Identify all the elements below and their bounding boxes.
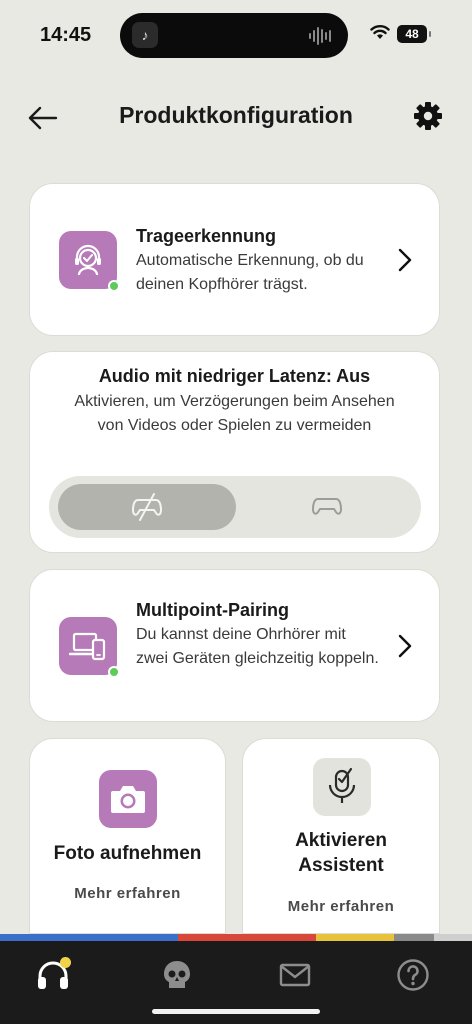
- assistant-title: Aktivieren Assistent: [295, 830, 387, 876]
- battery-indicator: 48: [397, 25, 431, 43]
- tab-bar: [0, 941, 472, 1024]
- stripe-blue: [0, 934, 178, 941]
- stripe-yellow: [316, 934, 394, 941]
- photo-card[interactable]: Foto aufnehmen Mehr erfahren: [29, 738, 226, 934]
- wear-detection-card[interactable]: Trageerkennung Automatische Erkennung, o…: [29, 183, 440, 336]
- latency-toggle[interactable]: [49, 476, 421, 538]
- tab-skull[interactable]: [152, 953, 202, 997]
- status-dot: [108, 280, 120, 292]
- gamepad-off-icon: [131, 493, 163, 521]
- wear-detection-description: Automatische Erkennung, ob du deinen Kop…: [136, 252, 364, 293]
- status-bar: 14:45 ♪ 48: [0, 0, 472, 70]
- chevron-right-icon[interactable]: [395, 246, 415, 274]
- wear-detection-title: Trageerkennung: [136, 226, 277, 246]
- latency-on-option[interactable]: [239, 484, 415, 530]
- gear-icon[interactable]: [412, 100, 444, 132]
- multipoint-title: Multipoint-Pairing: [136, 600, 289, 620]
- low-latency-description: Aktivieren, um Verzögerungen beim Ansehe…: [74, 393, 395, 434]
- tab-help[interactable]: [388, 953, 438, 997]
- assistant-learn-more-link[interactable]: Mehr erfahren: [243, 898, 439, 915]
- stripe-light: [434, 934, 472, 941]
- music-note-icon: ♪: [132, 22, 158, 48]
- skull-logo-icon: [164, 961, 190, 988]
- assistant-card[interactable]: Aktivieren Assistent Mehr erfahren: [242, 738, 440, 934]
- page-title: Produktkonfiguration: [119, 102, 353, 128]
- latency-off-option[interactable]: [58, 484, 236, 530]
- brand-color-stripe: [0, 934, 472, 941]
- tab-mail[interactable]: [270, 953, 320, 997]
- status-dot: [108, 666, 120, 678]
- help-icon: [397, 959, 429, 991]
- dynamic-island[interactable]: ♪: [120, 13, 348, 58]
- home-indicator[interactable]: [152, 1009, 320, 1014]
- notification-badge: [60, 957, 71, 968]
- headset-person-icon: [59, 231, 120, 292]
- low-latency-card: Audio mit niedriger Latenz: Aus Aktivier…: [29, 351, 440, 553]
- stripe-red: [178, 934, 316, 941]
- app-header: Produktkonfiguration: [0, 90, 472, 146]
- audio-waveform-icon: [309, 27, 331, 45]
- photo-learn-more-link[interactable]: Mehr erfahren: [30, 885, 225, 902]
- laptop-phone-icon: [59, 617, 120, 678]
- status-time: 14:45: [40, 24, 92, 46]
- chevron-right-icon[interactable]: [395, 632, 415, 660]
- low-latency-title: Audio mit niedriger Latenz: Aus: [98, 366, 371, 386]
- mail-icon: [279, 963, 311, 987]
- photo-title: Foto aufnehmen: [53, 843, 202, 864]
- stripe-gray: [394, 934, 434, 941]
- multipoint-card[interactable]: Multipoint-Pairing Du kannst deine Ohrhö…: [29, 569, 440, 722]
- camera-icon: [99, 770, 157, 828]
- tab-headphones[interactable]: [28, 953, 78, 997]
- microphone-check-icon: [313, 758, 371, 816]
- gamepad-icon: [311, 498, 343, 515]
- multipoint-description: Du kannst deine Ohrhörer mit zwei Geräte…: [136, 626, 379, 667]
- wifi-icon: [370, 25, 390, 39]
